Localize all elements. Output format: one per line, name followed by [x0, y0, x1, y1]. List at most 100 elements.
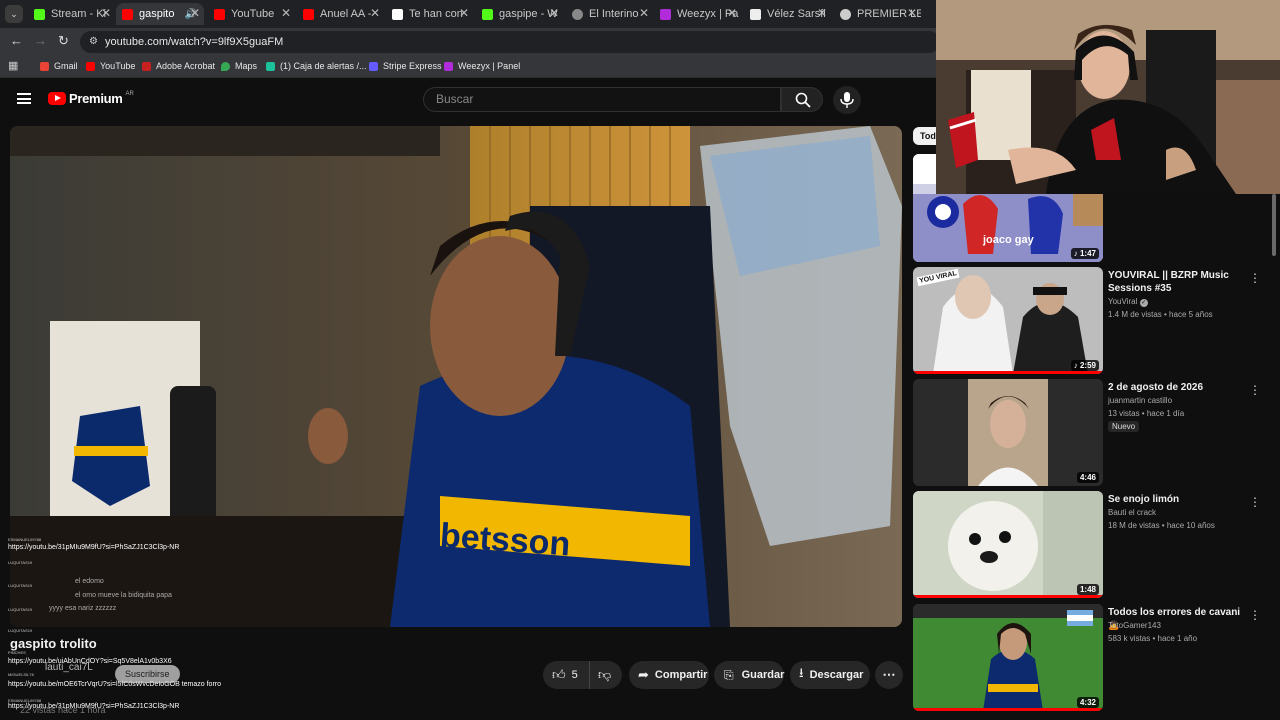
webcam-image [936, 0, 1280, 194]
chat-message: https://youtu.be/31pMIu9M9fU?si=PhSaZJ1C… [8, 544, 180, 551]
close-icon[interactable]: ✕ [907, 6, 917, 20]
thumbnail-image [913, 491, 1103, 598]
page-icon [750, 8, 761, 20]
tab-gaspipe[interactable]: gaspipe - W ✕ [478, 3, 563, 25]
recommendation-meta: 18 M de vistas • hace 10 años [1108, 521, 1215, 530]
close-icon[interactable]: ✕ [281, 6, 291, 20]
recommendation-title[interactable]: YOUVIRAL || BZRP Music Sessions #35 [1108, 269, 1248, 295]
tab-te-han[interactable]: Te han con ✕ [388, 3, 473, 25]
video-thumbnail[interactable]: YOU VIRAL ♪ 2:59 [913, 267, 1103, 374]
bookmark-weezyx[interactable]: Weezyx | Panel [444, 61, 520, 71]
site-info-icon[interactable]: ⚙ [89, 31, 98, 53]
close-icon[interactable]: ✕ [727, 6, 737, 20]
bookmark-stripe[interactable]: Stripe Express [369, 61, 442, 71]
more-vertical-icon[interactable]: ⋮ [1249, 608, 1261, 622]
close-icon[interactable]: ✕ [101, 6, 111, 20]
share-button[interactable]: ➦ Compartir [629, 661, 709, 689]
thumbnail-image [913, 604, 1103, 711]
youtube-icon [86, 61, 95, 71]
more-vertical-icon[interactable]: ⋮ [1249, 383, 1261, 397]
tab-search-dropdown[interactable]: ⌄ [5, 5, 23, 23]
more-vertical-icon[interactable]: ⋮ [1249, 495, 1261, 509]
weezyx-icon [444, 61, 453, 71]
subscribe-button[interactable]: Suscribirse [115, 665, 180, 683]
recommendation-title[interactable]: Se enojo limón [1108, 493, 1248, 506]
bookmark-alertas[interactable]: (1) Caja de alertas /... [266, 61, 367, 71]
gmail-icon [40, 61, 49, 71]
bookmark-gmail[interactable]: Gmail [40, 61, 78, 71]
close-icon[interactable]: ✕ [190, 6, 200, 20]
page-icon [392, 8, 403, 20]
video-thumbnail[interactable]: 1:48 [913, 491, 1103, 598]
duration-badge: ♪ 2:59 [1070, 360, 1099, 371]
url-field[interactable]: ⚙ youtube.com/watch?v=9lf9X5guaFM [80, 31, 940, 53]
youtube-icon [303, 8, 314, 20]
new-badge: Nuevo [1108, 421, 1140, 432]
close-icon[interactable]: ✕ [459, 6, 469, 20]
recommendation-channel[interactable]: YouViral ✓ [1108, 297, 1148, 307]
chat-message: yyyy esa nariz zzzzzz [49, 605, 117, 612]
download-button[interactable]: ⭳ Descargar [790, 661, 870, 689]
tab-premier[interactable]: PREMIER LE ✕ [836, 3, 921, 25]
search-input[interactable]: Buscar [423, 87, 781, 112]
chat-message: el edomo [75, 578, 104, 585]
video-thumbnail[interactable]: 4:32 [913, 604, 1103, 711]
save-button[interactable]: ⎘ Guardar [714, 661, 784, 689]
recommendation-channel[interactable]: TotoGamer143 [1108, 621, 1161, 630]
thumbs-down-icon: 👎︎ [598, 667, 612, 682]
bookmark-adobe[interactable]: Adobe Acrobat [142, 61, 215, 71]
close-icon[interactable]: ✕ [817, 6, 827, 20]
recommendation-item[interactable]: YOU VIRAL ♪ 2:59 YOUVIRAL || BZRP Music … [913, 267, 1280, 375]
more-horizontal-icon: ⋯ [882, 667, 896, 682]
dislike-button[interactable]: 👎︎ [589, 661, 622, 689]
youtube-icon [122, 8, 133, 20]
recommendation-meta: 583 k vistas • hace 1 año [1108, 634, 1198, 643]
tab-anuel[interactable]: Anuel AA - ✕ [299, 3, 384, 25]
recommendation-item[interactable]: 1:48 Se enojo limón Bauti el crack 18 M … [913, 491, 1280, 599]
apps-grid-icon[interactable]: ▦ [8, 59, 18, 72]
close-icon[interactable]: ✕ [549, 6, 559, 20]
tab-weezyx[interactable]: Weezyx | Pa ✕ [656, 3, 741, 25]
chrome-icon [840, 8, 851, 20]
back-icon[interactable]: ← [10, 33, 23, 48]
bookmark-maps[interactable]: Maps [221, 61, 257, 71]
duration-badge: ♪ 1:47 [1070, 248, 1099, 259]
reload-icon[interactable]: ↻ [58, 33, 69, 49]
tab-gaspito[interactable]: gaspito 🔊 ✕ [116, 3, 204, 25]
chat-message: el omo mueve la bidiquita papa [75, 592, 172, 599]
forward-icon[interactable]: → [34, 33, 47, 48]
microphone-icon [840, 92, 854, 108]
globe-icon [572, 8, 583, 20]
close-icon[interactable]: ✕ [370, 6, 380, 20]
recommendation-channel[interactable]: juanmartin castillo [1108, 396, 1172, 405]
recommendation-item[interactable]: 4:46 2 de agosto de 2026 juanmartin cast… [913, 379, 1280, 487]
kick-icon [482, 8, 493, 20]
more-vertical-icon[interactable]: ⋮ [1249, 271, 1261, 285]
tab-el-interino[interactable]: El Interino ✕ [568, 3, 653, 25]
recommendation-title[interactable]: 2 de agosto de 2026 [1108, 381, 1248, 394]
page-scrollbar[interactable] [1272, 194, 1276, 256]
recommendation-meta: 1.4 M de vistas • hace 5 años [1108, 310, 1213, 319]
maps-pin-icon [221, 61, 230, 71]
youtube-logo[interactable]: Premium AR [48, 91, 134, 106]
recommendation-channel[interactable]: Bauti el crack [1108, 508, 1156, 517]
kick-icon [34, 8, 45, 20]
hamburger-menu-icon[interactable] [17, 93, 31, 104]
tab-stream[interactable]: Stream - Ki ✕ [30, 3, 115, 25]
video-title: gaspito trolito [10, 636, 97, 651]
video-thumbnail[interactable]: 4:46 [913, 379, 1103, 486]
more-actions-button[interactable]: ⋯ [875, 661, 903, 689]
voice-search-button[interactable] [833, 86, 861, 114]
tab-velez[interactable]: Vélez Sarsfi ✕ [746, 3, 831, 25]
adobe-icon [142, 61, 151, 71]
recommendation-meta: 13 vistas • hace 1 día [1108, 409, 1185, 418]
close-icon[interactable]: ✕ [639, 6, 649, 20]
like-button[interactable]: 👍︎ 5 [543, 661, 589, 689]
recommendation-item[interactable]: 4:32 Todos los errores de cavani 🙇 TotoG… [913, 604, 1280, 712]
search-button[interactable] [781, 87, 823, 112]
stripe-icon [369, 61, 378, 71]
chat-overlay: ESMANUEL09788 https://youtu.be/31pMIu9M9… [8, 537, 221, 710]
tab-youtube[interactable]: YouTube ✕ [210, 3, 295, 25]
channel-name[interactable]: lauti_cai7L [45, 662, 93, 673]
bookmark-youtube[interactable]: YouTube [86, 61, 135, 71]
